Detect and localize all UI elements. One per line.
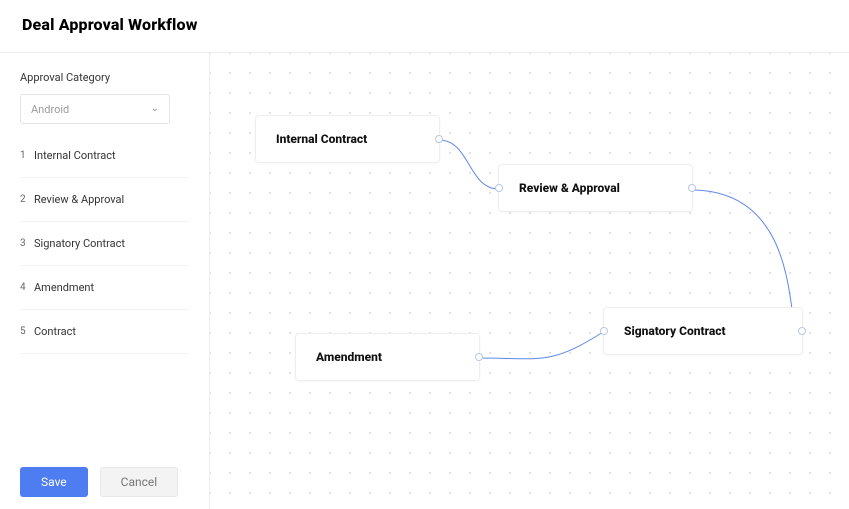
step-number: 1: [20, 150, 34, 161]
step-number: 4: [20, 282, 34, 293]
node-port-left[interactable]: [495, 184, 503, 192]
node-port-right[interactable]: [435, 135, 443, 143]
step-label: Review & Approval: [34, 193, 124, 206]
category-select-value: Android: [31, 103, 69, 116]
save-button[interactable]: Save: [20, 467, 88, 497]
chevron-down-icon: ⌄: [151, 104, 159, 114]
step-number: 3: [20, 238, 34, 249]
step-item-signatory-contract[interactable]: 3 Signatory Contract: [20, 222, 189, 266]
workflow-canvas[interactable]: Internal Contract Review & Approval Sign…: [210, 53, 849, 509]
page-title: Deal Approval Workflow: [22, 15, 827, 34]
node-port-right[interactable]: [798, 327, 806, 335]
connector-internal-to-review: [439, 140, 499, 189]
step-item-amendment[interactable]: 4 Amendment: [20, 266, 189, 310]
node-label: Amendment: [316, 350, 382, 364]
step-item-contract[interactable]: 5 Contract: [20, 310, 189, 354]
step-label: Internal Contract: [34, 149, 116, 162]
node-signatory-contract[interactable]: Signatory Contract: [603, 307, 803, 355]
step-number: 5: [20, 326, 34, 337]
step-label: Signatory Contract: [34, 237, 125, 250]
approval-category-label: Approval Category: [20, 71, 189, 84]
sidebar-buttons: Save Cancel: [20, 467, 178, 497]
node-label: Internal Contract: [276, 132, 367, 146]
node-label: Review & Approval: [519, 181, 620, 195]
node-review-approval[interactable]: Review & Approval: [498, 164, 693, 212]
step-item-review-approval[interactable]: 2 Review & Approval: [20, 178, 189, 222]
connector-amendment-to-signatory: [478, 332, 603, 359]
step-list: 1 Internal Contract 2 Review & Approval …: [20, 134, 189, 354]
category-select[interactable]: Android ⌄: [20, 94, 170, 124]
step-number: 2: [20, 194, 34, 205]
node-internal-contract[interactable]: Internal Contract: [255, 115, 440, 163]
header: Deal Approval Workflow: [0, 0, 849, 53]
step-label: Amendment: [34, 281, 94, 294]
node-amendment[interactable]: Amendment: [295, 333, 480, 381]
cancel-button[interactable]: Cancel: [100, 467, 179, 497]
node-port-right[interactable]: [475, 353, 483, 361]
step-label: Contract: [34, 325, 76, 338]
sidebar: Approval Category Android ⌄ 1 Internal C…: [0, 53, 210, 509]
node-port-left[interactable]: [600, 327, 608, 335]
node-label: Signatory Contract: [624, 324, 726, 338]
body: Approval Category Android ⌄ 1 Internal C…: [0, 53, 849, 509]
step-item-internal-contract[interactable]: 1 Internal Contract: [20, 134, 189, 178]
node-port-right[interactable]: [688, 184, 696, 192]
